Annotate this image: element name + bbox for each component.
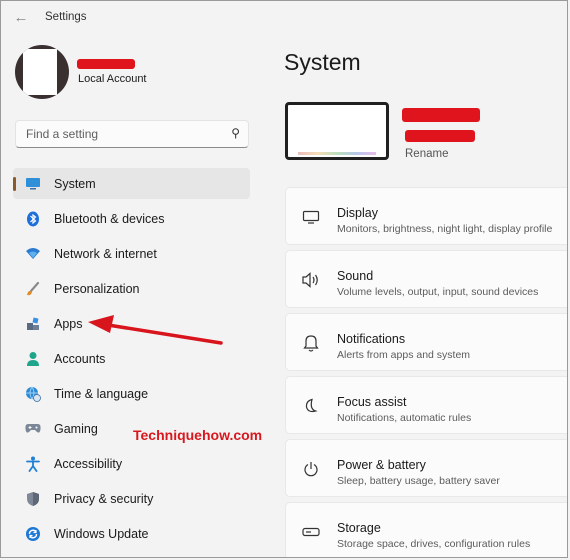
device-thumbnail — [285, 102, 389, 160]
redacted-device-model — [405, 130, 475, 142]
back-arrow-icon[interactable]: ← — [11, 9, 31, 27]
sidebar-item-bluetooth[interactable]: Bluetooth & devices — [13, 203, 250, 234]
sidebar-item-label: System — [54, 176, 96, 191]
storage-icon — [301, 523, 321, 541]
card-power-battery[interactable]: Power & battery Sleep, battery usage, ba… — [285, 439, 567, 497]
bell-icon — [301, 334, 321, 352]
display-icon — [301, 208, 321, 226]
app-title: Settings — [45, 11, 87, 23]
search-input[interactable] — [24, 126, 228, 142]
card-title: Focus assist — [337, 395, 407, 409]
sidebar-item-label: Windows Update — [54, 526, 149, 541]
search-icon[interactable]: ⚲ — [231, 126, 240, 140]
sidebar-item-label: Apps — [54, 316, 83, 331]
redacted-username — [77, 59, 135, 69]
sidebar-item-windows-update[interactable]: Windows Update — [13, 518, 250, 549]
card-sound[interactable]: Sound Volume levels, output, input, soun… — [285, 250, 567, 308]
moon-icon — [301, 397, 321, 415]
card-title: Display — [337, 206, 378, 220]
card-description: Storage space, drives, configuration rul… — [337, 538, 531, 550]
sidebar-item-privacy-security[interactable]: Privacy & security — [13, 483, 250, 514]
card-description: Monitors, brightness, night light, displ… — [337, 223, 553, 235]
rename-link[interactable]: Rename — [405, 148, 448, 160]
card-storage[interactable]: Storage Storage space, drives, configura… — [285, 502, 567, 557]
avatar[interactable] — [15, 45, 69, 99]
card-description: Notifications, automatic rules — [337, 412, 472, 424]
sidebar-item-network[interactable]: Network & internet — [13, 238, 250, 269]
speaker-icon — [301, 271, 321, 289]
power-icon — [301, 460, 321, 478]
sidebar-item-label: Accessibility — [54, 456, 123, 471]
card-description: Sleep, battery usage, battery saver — [337, 475, 500, 487]
sidebar-item-label: Gaming — [54, 421, 98, 436]
redacted-device-name — [402, 108, 480, 122]
watermark-text: Techniquehow.com — [133, 427, 263, 443]
sidebar-item-label: Privacy & security — [54, 491, 154, 506]
person-icon — [24, 350, 42, 368]
gamepad-icon — [24, 420, 42, 438]
red-arrow-annotation — [88, 315, 223, 345]
monitor-icon — [24, 175, 42, 193]
card-title: Sound — [337, 269, 374, 283]
sidebar-item-personalization[interactable]: Personalization — [13, 273, 250, 304]
card-display[interactable]: Display Monitors, brightness, night ligh… — [285, 187, 567, 245]
page-title: System — [284, 49, 361, 75]
sidebar-item-label: Accounts — [54, 351, 106, 366]
card-title: Power & battery — [337, 458, 426, 472]
sidebar-item-label: Time & language — [54, 386, 149, 401]
brush-icon — [24, 280, 42, 298]
sidebar-item-label: Personalization — [54, 281, 140, 296]
update-icon — [24, 525, 42, 543]
card-focus-assist[interactable]: Focus assist Notifications, automatic ru… — [285, 376, 567, 434]
sidebar-item-system[interactable]: System — [13, 168, 250, 199]
accessibility-icon — [24, 455, 42, 473]
card-description: Volume levels, output, input, sound devi… — [337, 286, 539, 298]
apps-icon — [24, 315, 42, 333]
sidebar-item-time-language[interactable]: Time & language — [13, 378, 250, 409]
settings-card-list: Display Monitors, brightness, night ligh… — [285, 187, 567, 557]
wifi-icon — [24, 245, 42, 263]
card-title: Notifications — [337, 332, 406, 346]
sidebar-item-label: Network & internet — [54, 246, 157, 261]
shield-icon — [24, 490, 42, 508]
settings-window: ← Settings Local Account ⚲ System Blueto… — [0, 0, 568, 558]
account-type-label: Local Account — [78, 73, 147, 85]
sidebar-item-accessibility[interactable]: Accessibility — [13, 448, 250, 479]
search-box[interactable]: ⚲ — [15, 120, 249, 148]
title-bar: ← Settings — [1, 1, 567, 35]
sidebar-item-label: Bluetooth & devices — [54, 211, 165, 226]
card-title: Storage — [337, 521, 381, 535]
card-description: Alerts from apps and system — [337, 349, 471, 361]
bluetooth-icon — [24, 210, 42, 228]
globe-clock-icon — [24, 385, 42, 403]
card-notifications[interactable]: Notifications Alerts from apps and syste… — [285, 313, 567, 371]
sidebar-nav: System Bluetooth & devices Network & int… — [13, 168, 250, 553]
